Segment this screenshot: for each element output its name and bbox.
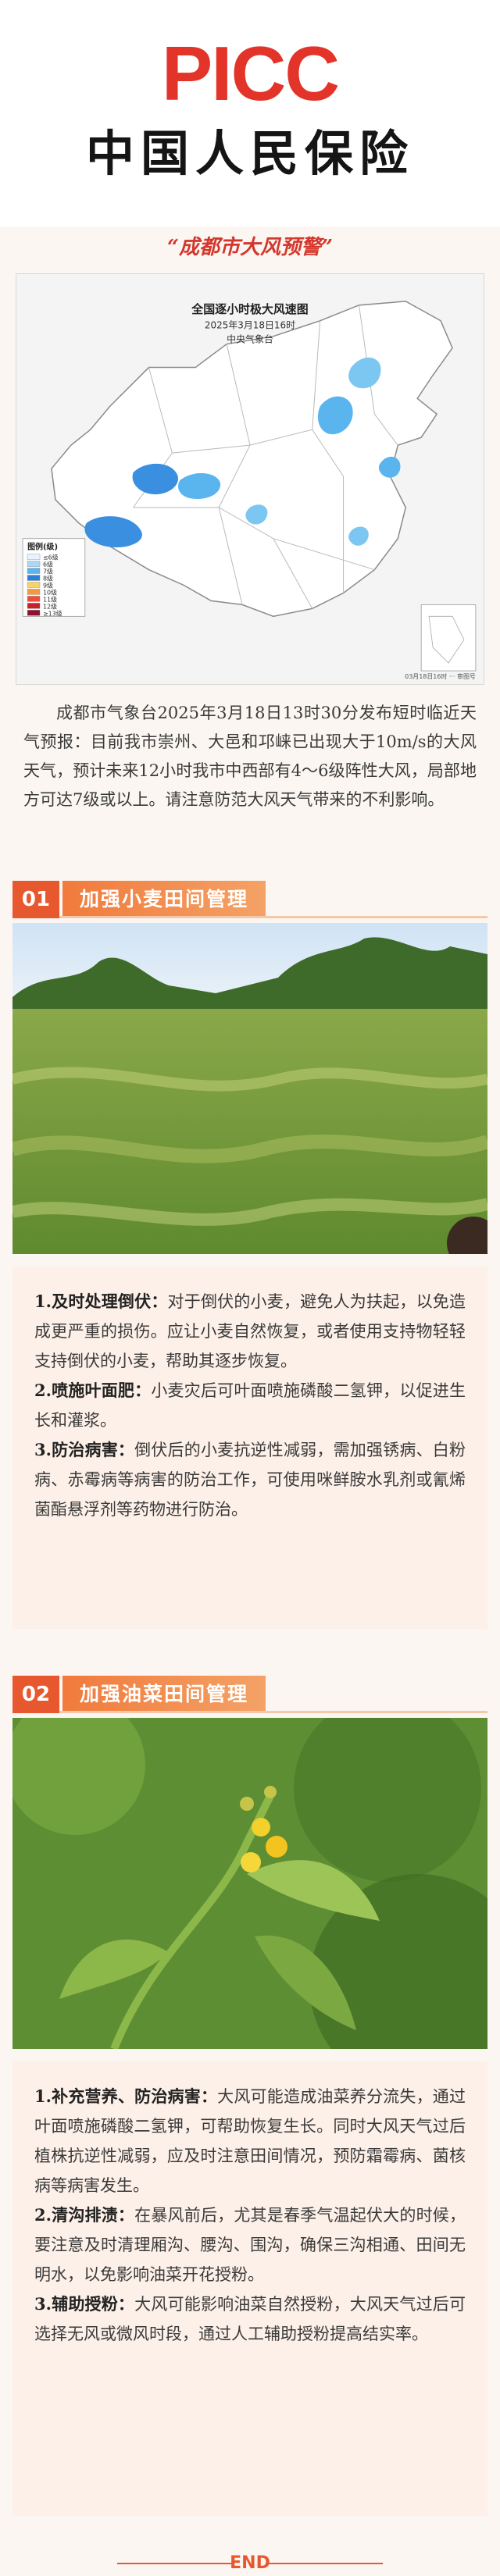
legend-swatch <box>27 596 41 602</box>
end-text: END <box>230 2553 270 2573</box>
legend-label: 10级 <box>43 588 57 596</box>
legend-label: 6级 <box>43 561 53 568</box>
map-title: 全国逐小时极大风速图 <box>191 302 308 316</box>
rapeseed-tip-2: 2.清沟排渍：在暴风前后，尤其是春季气温起伏大的时候，要注意及时清理厢沟、腰沟、… <box>34 2205 466 2284</box>
legend-label: ≥13级 <box>43 609 62 617</box>
wheat-tip-1: 1.及时处理倒伏：对于倒伏的小麦，避免人为扶起，以免造成更严重的损伤。应让小麦自… <box>34 1292 466 1370</box>
map-figure: 全国逐小时极大风速图 2025年3月18日16时 中央气象台 图例(级) ≤6级… <box>16 274 484 684</box>
map-footer: 03月18日16时 ··· 审图号 <box>405 672 476 680</box>
end-marker: END <box>0 2552 500 2575</box>
legend-swatch <box>27 554 41 560</box>
section-01-number: 01 <box>12 881 59 918</box>
legend-swatch <box>27 582 41 588</box>
legend-label: 11级 <box>43 595 57 603</box>
legend-label: 8级 <box>43 575 53 583</box>
rapeseed-photo <box>12 1718 488 2049</box>
legend-label: ≤6级 <box>43 554 59 561</box>
legend-swatch <box>27 610 41 616</box>
intro-paragraph: 成都市气象台2025年3月18日13时30分发布短时临近天气预报：目前我市崇州、… <box>23 704 477 809</box>
legend-swatch <box>27 568 41 574</box>
legend-swatch <box>27 575 41 581</box>
section-02-card: 1.补充营养、防治病害：大风可能造成油菜养分流失，通过叶面喷施磷酸二氢钾，可帮助… <box>12 2061 488 2516</box>
section-01-card: 1.及时处理倒伏：对于倒伏的小麦，避免人为扶起，以免造成更严重的损伤。应让小麦自… <box>12 1267 488 1629</box>
map-legend: 图例(级) ≤6级6级7级8级9级10级11级12级≥13级 <box>22 538 86 617</box>
wheat-tip-3: 3.防治病害：倒伏后的小麦抗逆性减弱，需加强锈病、白粉病、赤霉病等病害的防治工作… <box>34 1440 466 1519</box>
alert-title: “成都市大风预警” <box>167 236 333 259</box>
brand-name: 中国人民保险 <box>85 125 414 182</box>
legend-label: 9级 <box>43 581 53 589</box>
section-01-title: 加强小麦田间管理 <box>62 881 266 918</box>
legend-swatch <box>27 589 41 595</box>
legend-swatch <box>27 561 41 567</box>
rapeseed-tip-3: 3.辅助授粉：大风可能影响油菜自然授粉，大风天气过后可选择无风或微风时段，通过人… <box>34 2294 466 2343</box>
legend-title: 图例(级) <box>27 542 58 552</box>
rapeseed-tip-1: 1.补充营养、防治病害：大风可能造成油菜养分流失，通过叶面喷施磷酸二氢钾，可帮助… <box>34 2086 466 2195</box>
map-agency: 中央气象台 <box>227 333 273 345</box>
legend-swatch <box>27 603 41 609</box>
legend-label: 7级 <box>43 568 53 575</box>
section-02-header: 02 加强油菜田间管理 <box>12 1676 488 1713</box>
legend-label: 12级 <box>43 602 57 610</box>
wind-speed-map: 全国逐小时极大风速图 2025年3月18日16时 中央气象台 图例(级) ≤6级… <box>16 273 484 685</box>
section-02-title: 加强油菜田间管理 <box>62 1676 266 1713</box>
section-02-number: 02 <box>12 1676 59 1713</box>
map-date: 2025年3月18日16时 <box>205 320 295 331</box>
wheat-field-photo <box>12 923 488 1254</box>
picc-logo: PICC <box>161 30 340 116</box>
article-page: PICC 中国人民保险 “成都市大风预警” 全国逐小时极大风速图 2025年3月… <box>0 0 500 2576</box>
south-china-sea-inset <box>420 604 477 672</box>
header: PICC 中国人民保险 <box>0 0 500 226</box>
section-01-header: 01 加强小麦田间管理 <box>12 881 488 918</box>
wheat-tip-2: 2.喷施叶面肥：小麦灾后可叶面喷施磷酸二氢钾，以促进生长和灌浆。 <box>34 1381 466 1430</box>
